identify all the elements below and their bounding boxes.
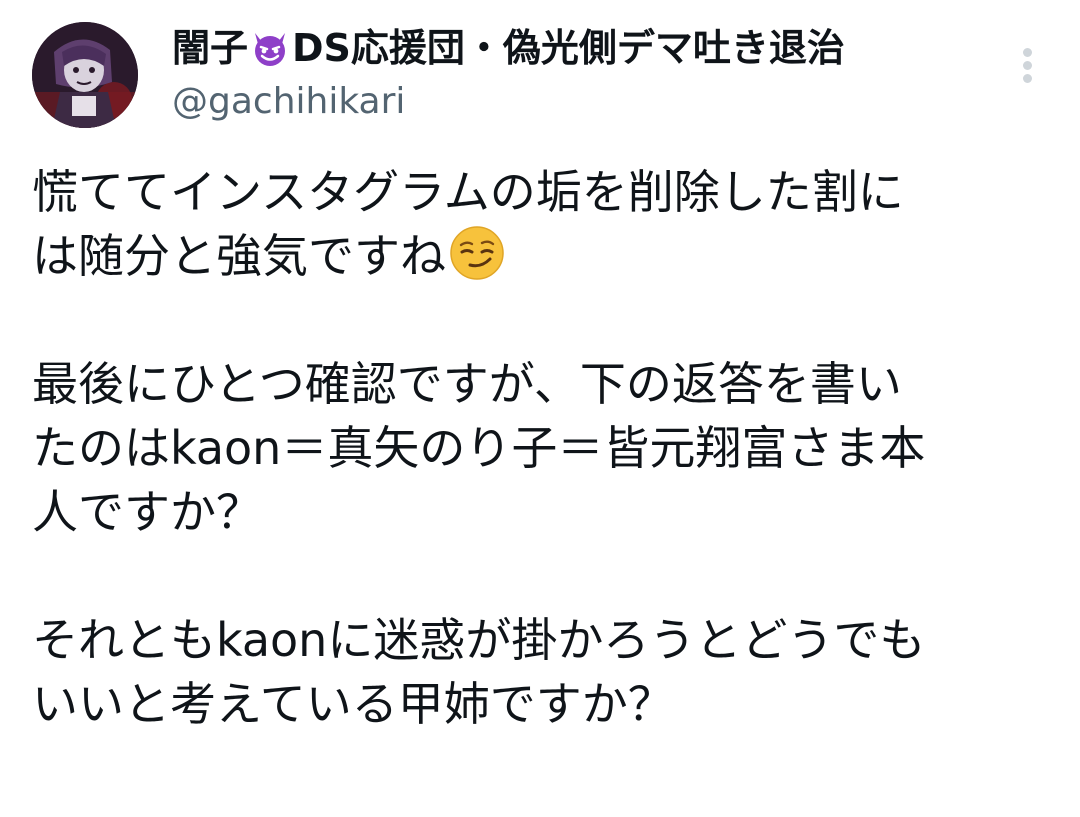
- smiling-devil-icon: [249, 27, 291, 69]
- tweet-card: 闇子 DS応援団・偽光側デマ吐き退治 @gachihikari 慌ててインスタグ…: [0, 0, 1080, 817]
- more-options-button[interactable]: [1008, 40, 1048, 88]
- tweet-header: 闇子 DS応援団・偽光側デマ吐き退治 @gachihikari: [172, 22, 972, 126]
- tweet-line: 慌ててインスタグラムの垢を削除した割に: [32, 165, 904, 219]
- tweet-line: は随分と強気ですね: [32, 229, 446, 283]
- smirking-face-icon: [448, 224, 506, 282]
- tweet-line: たのはkaon＝真矢のり子＝皆元翔富さま本: [32, 421, 926, 475]
- display-name-prefix: 闇子: [172, 26, 249, 70]
- tweet-line: いいと考えている甲姉ですか？: [32, 677, 674, 731]
- tweet-line: 最後にひとつ確認ですが、下の返答を書い: [32, 357, 902, 411]
- tweet-text: 慌ててインスタグラムの垢を削除した割に は随分と強気ですね 最後にひとつ確認です…: [32, 160, 1042, 736]
- tweet-line-with-emoji: は随分と強気ですね: [32, 224, 1042, 288]
- display-name-suffix: DS応援団・偽光側デマ吐き退治: [292, 26, 845, 70]
- tweet-line: それともkaonに迷惑が掛かろうとどうでも: [32, 613, 926, 667]
- display-name[interactable]: 闇子 DS応援団・偽光側デマ吐き退治: [172, 22, 972, 74]
- user-handle[interactable]: @gachihikari: [172, 78, 972, 126]
- avatar[interactable]: [32, 22, 138, 128]
- more-dot-icon: [1023, 48, 1032, 57]
- more-dot-icon: [1023, 61, 1032, 70]
- more-dot-icon: [1023, 74, 1032, 83]
- tweet-line: 人ですか？: [32, 485, 262, 539]
